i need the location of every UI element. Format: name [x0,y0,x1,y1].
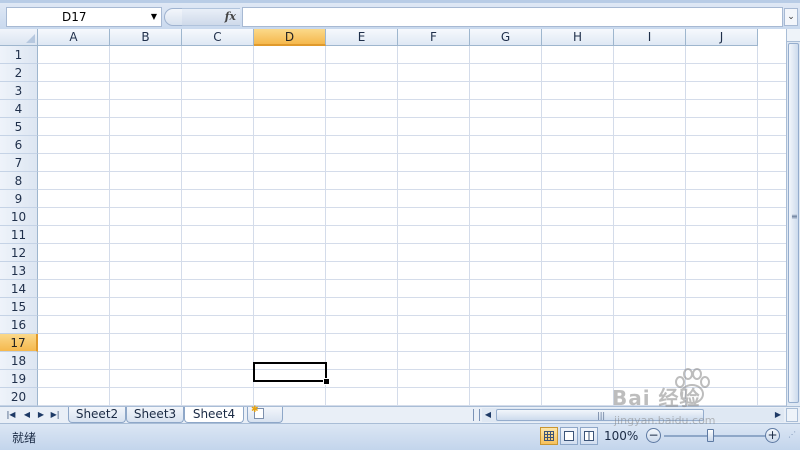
normal-view-icon [544,431,554,441]
row-header-13[interactable]: 13 [0,262,38,280]
row-header-3[interactable]: 3 [0,82,38,100]
column-header-E[interactable]: E [326,29,398,46]
row-header-20[interactable]: 20 [0,388,38,406]
formula-bar: D17 ▼ fx ⌄ [0,0,800,29]
split-box-right[interactable] [786,408,798,422]
column-header-C[interactable]: C [182,29,254,46]
status-bar: 就绪 100% − + ⋰ [0,423,800,450]
formula-bar-handle[interactable] [164,8,184,26]
page-break-icon [584,431,594,441]
status-text: 就绪 [12,431,37,445]
zoom-out-button[interactable]: − [646,428,661,443]
row-header-19[interactable]: 19 [0,370,38,388]
row-header-14[interactable]: 14 [0,280,38,298]
tab-split-handle[interactable] [473,409,480,421]
chevron-down-icon[interactable]: ▼ [151,8,157,26]
resize-grip-icon[interactable]: ⋰ [788,431,798,446]
name-box[interactable]: D17 ▼ [6,7,162,27]
row-header-5[interactable]: 5 [0,118,38,136]
horizontal-scroll-thumb[interactable]: ||| [496,409,704,421]
row-header-18[interactable]: 18 [0,352,38,370]
column-header-G[interactable]: G [470,29,542,46]
row-header-17[interactable]: 17 [0,334,38,352]
star-icon: ✱ [251,405,259,415]
sheet-tab-sheet3[interactable]: Sheet3 [126,407,184,423]
first-sheet-icon[interactable]: |◀ [4,409,18,421]
grip-icon: ≡ [791,212,798,221]
page-break-view-button[interactable] [580,427,598,445]
minus-icon: − [648,428,659,442]
row-header-10[interactable]: 10 [0,208,38,226]
row-header-6[interactable]: 6 [0,136,38,154]
sheet-tab-sheet2[interactable]: Sheet2 [68,407,126,423]
insert-worksheet-button[interactable]: ✱ [247,405,283,423]
insert-function-icon[interactable]: fx [225,10,236,23]
worksheet-grid[interactable]: ABCDEFGHIJ 1 2 3 4 5 6 7 8 9 10 11 12 13 14 15 16 17 18 19… [0,29,786,406]
column-header-H[interactable]: H [542,29,614,46]
column-header-A[interactable]: A [38,29,110,46]
expand-formula-bar-icon[interactable]: ⌄ [784,8,798,26]
split-box-top[interactable] [787,29,800,42]
next-sheet-icon[interactable]: ▶ [34,409,48,421]
column-header-D[interactable]: D [254,29,326,46]
formula-input[interactable] [242,7,783,27]
plus-icon: + [767,428,778,442]
zoom-slider-thumb[interactable] [707,429,714,442]
scroll-left-icon[interactable]: ◀ [482,408,494,422]
zoom-slider-track[interactable] [664,435,766,437]
select-all-button[interactable] [0,29,38,46]
row-header-8[interactable]: 8 [0,172,38,190]
scroll-right-icon[interactable]: ▶ [772,408,784,422]
vertical-scrollbar[interactable]: ≡ [786,29,800,406]
row-header-15[interactable]: 15 [0,298,38,316]
view-buttons [540,427,598,445]
grip-icon: ||| [597,411,606,420]
row-header-16[interactable]: 16 [0,316,38,334]
row-header-1[interactable]: 1 [0,46,38,64]
column-header-J[interactable]: J [686,29,758,46]
zoom-level[interactable]: 100% [604,429,638,443]
active-cell-D17[interactable] [253,362,327,382]
page-layout-view-button[interactable] [560,427,578,445]
column-header-F[interactable]: F [398,29,470,46]
prev-sheet-icon[interactable]: ◀ [20,409,34,421]
name-box-value: D17 [62,10,87,24]
formula-bar-button-area: fx [182,8,240,26]
row-header-7[interactable]: 7 [0,154,38,172]
normal-view-button[interactable] [540,427,558,445]
page-layout-icon [564,431,574,441]
row-header-4[interactable]: 4 [0,100,38,118]
last-sheet-icon[interactable]: ▶| [48,409,62,421]
vertical-scroll-thumb[interactable]: ≡ [788,43,799,403]
row-header-9[interactable]: 9 [0,190,38,208]
row-header-11[interactable]: 11 [0,226,38,244]
sheet-tab-sheet4[interactable]: Sheet4 [184,407,244,423]
horizontal-scrollbar[interactable]: ◀ ||| ▶ [482,408,784,422]
sheet-tab-bar: |◀ ◀ ▶ ▶| Sheet2 Sheet3 Sheet4 ✱ ◀ ||| ▶ [0,405,800,423]
fill-handle[interactable] [323,378,330,385]
cell-gridlines [38,46,786,406]
row-header-12[interactable]: 12 [0,244,38,262]
column-header-B[interactable]: B [110,29,182,46]
row-header-2[interactable]: 2 [0,64,38,82]
column-header-I[interactable]: I [614,29,686,46]
formula-buttons: fx [164,7,242,27]
zoom-in-button[interactable]: + [765,428,780,443]
